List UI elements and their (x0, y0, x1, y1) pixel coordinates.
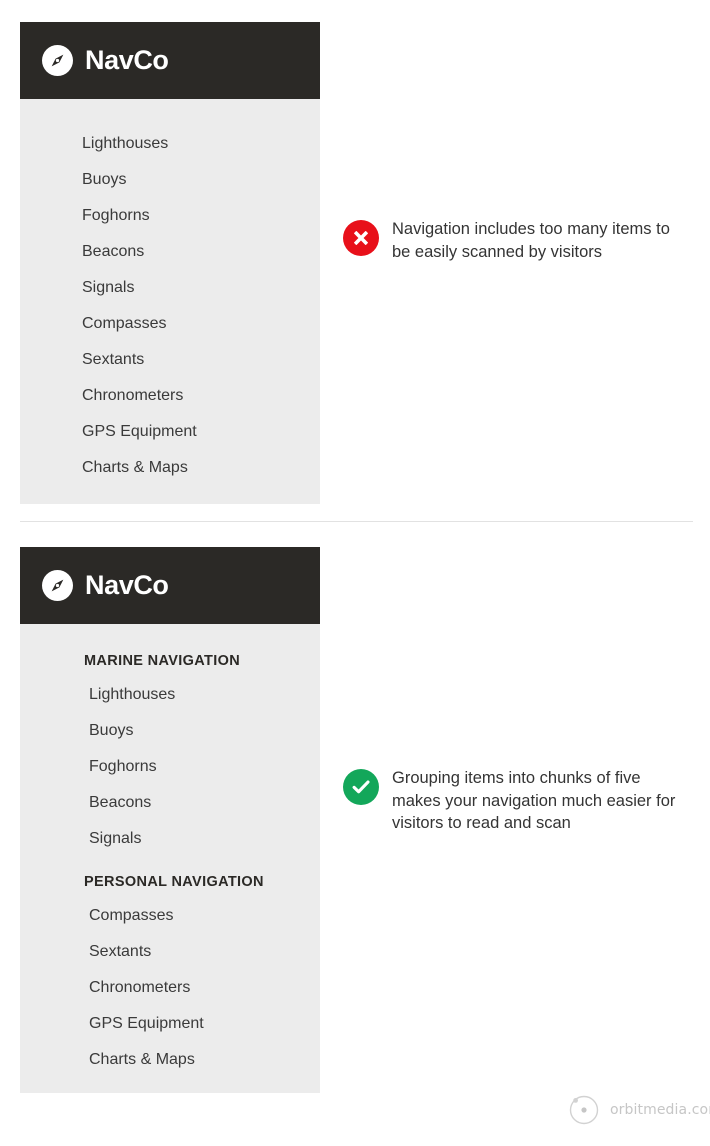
good-annotation-text: Grouping items into chunks of five makes… (392, 769, 676, 832)
nav-item-charts-and-maps[interactable]: Charts & Maps (20, 1042, 320, 1078)
nav-group-marine-items: Lighthouses Buoys Foghorns Beacons Signa… (20, 677, 320, 857)
bad-annotation-text: Navigation includes too many items to be… (392, 220, 670, 261)
nav-group-personal-items: Compasses Sextants Chronometers GPS Equi… (20, 898, 320, 1078)
nav-item-buoys[interactable]: Buoys (20, 713, 320, 749)
nav-item-sextants[interactable]: Sextants (20, 342, 320, 378)
good-annotation: Grouping items into chunks of five makes… (343, 767, 688, 835)
watermark: orbitmedia.com (566, 1092, 710, 1128)
nav-item-foghorns[interactable]: Foghorns (20, 198, 320, 234)
orbit-icon (566, 1092, 602, 1128)
bad-nav-list: Lighthouses Buoys Foghorns Beacons Signa… (20, 99, 320, 486)
section-divider (20, 521, 693, 522)
compass-icon (42, 570, 73, 601)
watermark-text: orbitmedia.com (610, 1102, 710, 1118)
good-nav-list: MARINE NAVIGATION Lighthouses Buoys Fogh… (20, 624, 320, 1078)
nav-item-signals[interactable]: Signals (20, 270, 320, 306)
comparison-canvas: NavCo Lighthouses Buoys Foghorns Beacons… (0, 0, 710, 1146)
x-circle-icon (343, 220, 379, 256)
nav-group-label-marine: MARINE NAVIGATION (84, 653, 241, 669)
nav-item-charts-and-maps[interactable]: Charts & Maps (20, 450, 320, 486)
nav-item-compasses[interactable]: Compasses (20, 898, 320, 934)
bad-annotation: Navigation includes too many items to be… (343, 218, 688, 263)
nav-item-gps-equipment[interactable]: GPS Equipment (20, 414, 320, 450)
nav-item-beacons[interactable]: Beacons (20, 234, 320, 270)
nav-item-buoys[interactable]: Buoys (20, 162, 320, 198)
nav-item-sextants[interactable]: Sextants (20, 934, 320, 970)
check-circle-icon (343, 769, 379, 805)
nav-item-chronometers[interactable]: Chronometers (20, 378, 320, 414)
nav-item-compasses[interactable]: Compasses (20, 306, 320, 342)
nav-item-lighthouses[interactable]: Lighthouses (20, 126, 320, 162)
nav-item-lighthouses[interactable]: Lighthouses (20, 677, 320, 713)
site-header-good: NavCo (20, 547, 320, 624)
site-header-bad: NavCo (20, 22, 320, 99)
compass-icon (42, 45, 73, 76)
brand-name-bad: NavCo (85, 45, 169, 75)
nav-item-chronometers[interactable]: Chronometers (20, 970, 320, 1006)
nav-item-foghorns[interactable]: Foghorns (20, 749, 320, 785)
nav-item-beacons[interactable]: Beacons (20, 785, 320, 821)
nav-group-label-personal: PERSONAL NAVIGATION (84, 874, 264, 890)
nav-item-signals[interactable]: Signals (20, 821, 320, 857)
brand-name-good: NavCo (85, 570, 169, 600)
bad-example-nav-panel: NavCo Lighthouses Buoys Foghorns Beacons… (20, 22, 320, 504)
good-example-nav-panel: NavCo MARINE NAVIGATION Lighthouses Buoy… (20, 547, 320, 1093)
nav-item-gps-equipment[interactable]: GPS Equipment (20, 1006, 320, 1042)
